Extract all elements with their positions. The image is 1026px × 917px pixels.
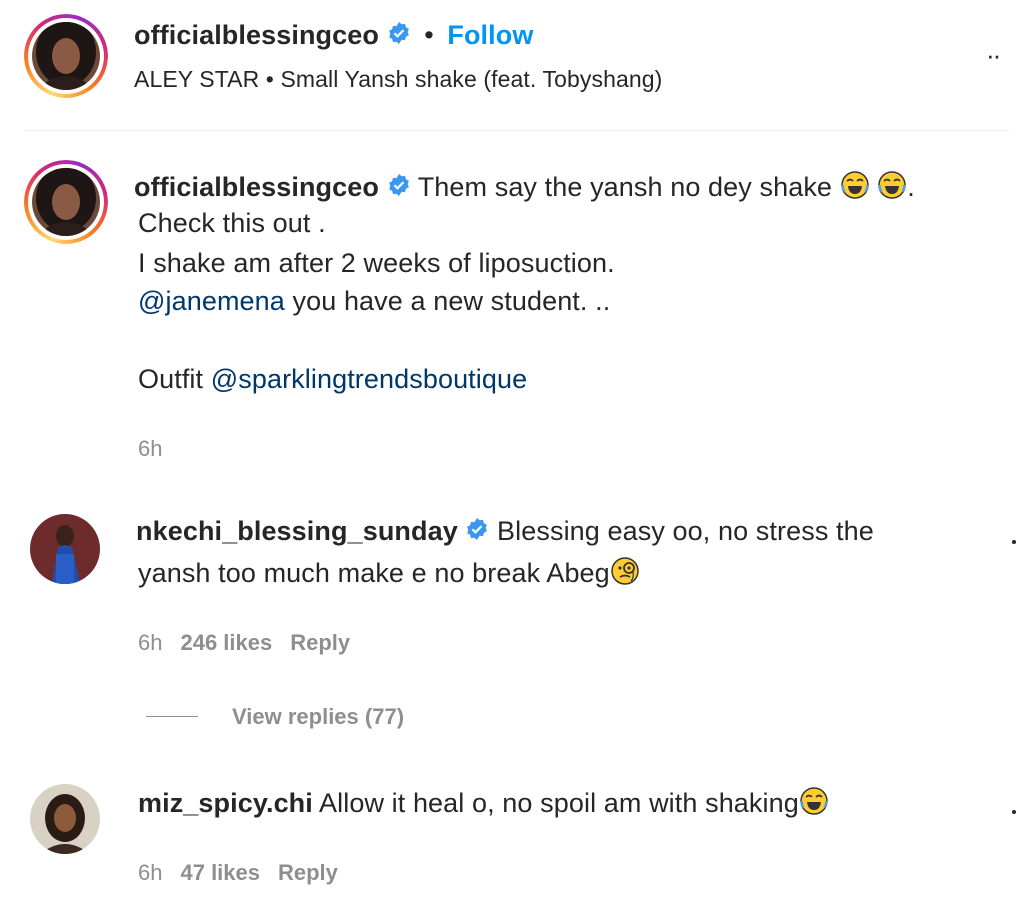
view-replies-button[interactable]: View replies (77) (232, 704, 404, 730)
comment-avatar[interactable] (30, 784, 100, 854)
tears-of-joy-emoji (877, 170, 907, 207)
comment-line-1: nkechi_blessing_sunday Blessing easy oo,… (136, 516, 874, 548)
comment-likes[interactable]: 47 likes (180, 860, 260, 885)
caption-line-3: I shake am after 2 weeks of liposuction. (138, 248, 615, 278)
comment-time[interactable]: 6h (138, 630, 162, 655)
follow-button[interactable]: Follow (447, 20, 533, 50)
comment-line-1: miz_spicy.chi Allow it heal o, no spoil … (138, 786, 829, 823)
comment-meta: 6h 246 likes Reply (138, 630, 350, 656)
header-user-line: officialblessingceo • Follow (134, 20, 533, 52)
comment-like-icon[interactable] (1012, 540, 1016, 544)
verified-badge-icon (465, 517, 489, 548)
instagram-post-comments: officialblessingceo • Follow ALEY STAR •… (0, 0, 1026, 917)
tears-of-joy-emoji (840, 170, 870, 207)
reply-button[interactable]: Reply (290, 630, 350, 655)
comment-time[interactable]: 6h (138, 860, 162, 885)
tears-of-joy-emoji (799, 786, 829, 823)
caption-username[interactable]: officialblessingceo (134, 172, 379, 202)
comment-line-2: yansh too much make e no break Abeg (138, 556, 640, 593)
comment-text-1: Blessing easy oo, no stress the (497, 516, 874, 546)
comment-meta: 6h 47 likes Reply (138, 860, 338, 886)
comment-text-1: Allow it heal o, no spoil am with shakin… (319, 788, 799, 818)
caption-text-4: you have a new student. .. (284, 286, 611, 316)
caption-line-4: @janemena you have a new student. .. (138, 286, 610, 317)
mention-link-janemena[interactable]: @janemena (138, 286, 285, 316)
caption-line-2: Check this out . (138, 208, 326, 238)
header-avatar[interactable] (24, 14, 108, 98)
mention-link-boutique[interactable]: @sparklingtrendsboutique (211, 364, 528, 394)
comment-likes[interactable]: 246 likes (180, 630, 272, 655)
header-username[interactable]: officialblessingceo (134, 20, 379, 50)
comment-like-icon[interactable] (1012, 810, 1016, 814)
caption-text-1: Them say the yansh no dey shake (417, 172, 833, 202)
comment-avatar[interactable] (30, 514, 100, 584)
comment-text-2: yansh too much make e no break Abeg (138, 558, 610, 588)
verified-badge-icon (387, 173, 411, 204)
caption-avatar[interactable] (24, 160, 108, 244)
reply-button[interactable]: Reply (278, 860, 338, 885)
more-options-icon[interactable]: ·· (986, 40, 1001, 71)
comment-username[interactable]: nkechi_blessing_sunday (136, 516, 458, 546)
verified-badge-icon (387, 21, 411, 52)
face-with-monocle-emoji (610, 556, 640, 593)
comment-username[interactable]: miz_spicy.chi (138, 788, 313, 818)
header-divider (24, 130, 1009, 131)
view-replies-line (146, 716, 198, 717)
caption-text-1-end: . (907, 172, 915, 202)
caption-line-1: officialblessingceo Them say the yansh n… (134, 170, 915, 207)
caption-timestamp[interactable]: 6h (138, 436, 162, 462)
outfit-label: Outfit (138, 364, 211, 394)
header-separator: • (424, 20, 434, 50)
caption-line-outfit: Outfit @sparklingtrendsboutique (138, 364, 527, 395)
audio-track[interactable]: ALEY STAR • Small Yansh shake (feat. Tob… (134, 66, 662, 93)
